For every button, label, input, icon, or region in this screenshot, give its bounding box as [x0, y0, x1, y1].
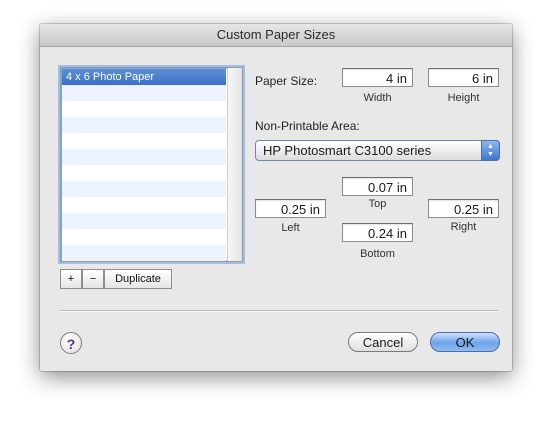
width-label: Width — [363, 92, 392, 104]
top-margin-field[interactable]: 0.07 in — [342, 177, 413, 196]
paper-size-list-rows: 4 x 6 Photo Paper — [62, 69, 226, 261]
left-label: Left — [281, 222, 300, 234]
paper-width-field[interactable]: 4 in — [342, 68, 413, 87]
dialog-divider — [60, 310, 498, 312]
list-item[interactable] — [62, 197, 226, 213]
custom-paper-sizes-dialog: Custom Paper Sizes 4 x 6 Photo Paper + −… — [40, 24, 512, 371]
list-item[interactable]: 4 x 6 Photo Paper — [62, 69, 226, 85]
list-item[interactable] — [62, 117, 226, 133]
printer-select-value: HP Photosmart C3100 series — [263, 143, 432, 158]
left-margin-field[interactable]: 0.25 in — [255, 199, 326, 218]
paper-size-list[interactable]: 4 x 6 Photo Paper — [60, 67, 243, 262]
list-item[interactable] — [62, 229, 226, 245]
right-label: Right — [450, 221, 477, 233]
list-item[interactable] — [62, 165, 226, 181]
remove-paper-button[interactable]: − — [82, 269, 104, 289]
list-scrollbar[interactable] — [227, 68, 242, 261]
duplicate-button[interactable]: Duplicate — [104, 269, 172, 289]
list-item[interactable] — [62, 149, 226, 165]
add-paper-button[interactable]: + — [60, 269, 82, 289]
non-printable-area-label: Non-Printable Area: — [255, 119, 360, 133]
list-item[interactable] — [62, 101, 226, 117]
bottom-label: Bottom — [360, 248, 395, 260]
list-item[interactable] — [62, 133, 226, 149]
height-label: Height — [447, 92, 480, 104]
paper-size-label: Paper Size: — [255, 74, 318, 88]
list-item[interactable] — [62, 213, 226, 229]
help-button[interactable]: ? — [60, 332, 82, 354]
window-title: Custom Paper Sizes — [40, 24, 512, 47]
right-margin-field[interactable]: 0.25 in — [428, 199, 499, 218]
cancel-button[interactable]: Cancel — [348, 332, 418, 352]
list-item[interactable] — [62, 85, 226, 101]
top-label: Top — [368, 198, 387, 210]
select-arrows-icon: ▲ ▼ — [481, 140, 500, 161]
ok-button[interactable]: OK — [430, 332, 500, 352]
list-item[interactable] — [62, 181, 226, 197]
bottom-margin-field[interactable]: 0.24 in — [342, 223, 413, 242]
paper-height-field[interactable]: 6 in — [428, 68, 499, 87]
list-item[interactable] — [62, 245, 226, 261]
printer-select[interactable]: HP Photosmart C3100 series ▲ ▼ — [255, 140, 500, 161]
